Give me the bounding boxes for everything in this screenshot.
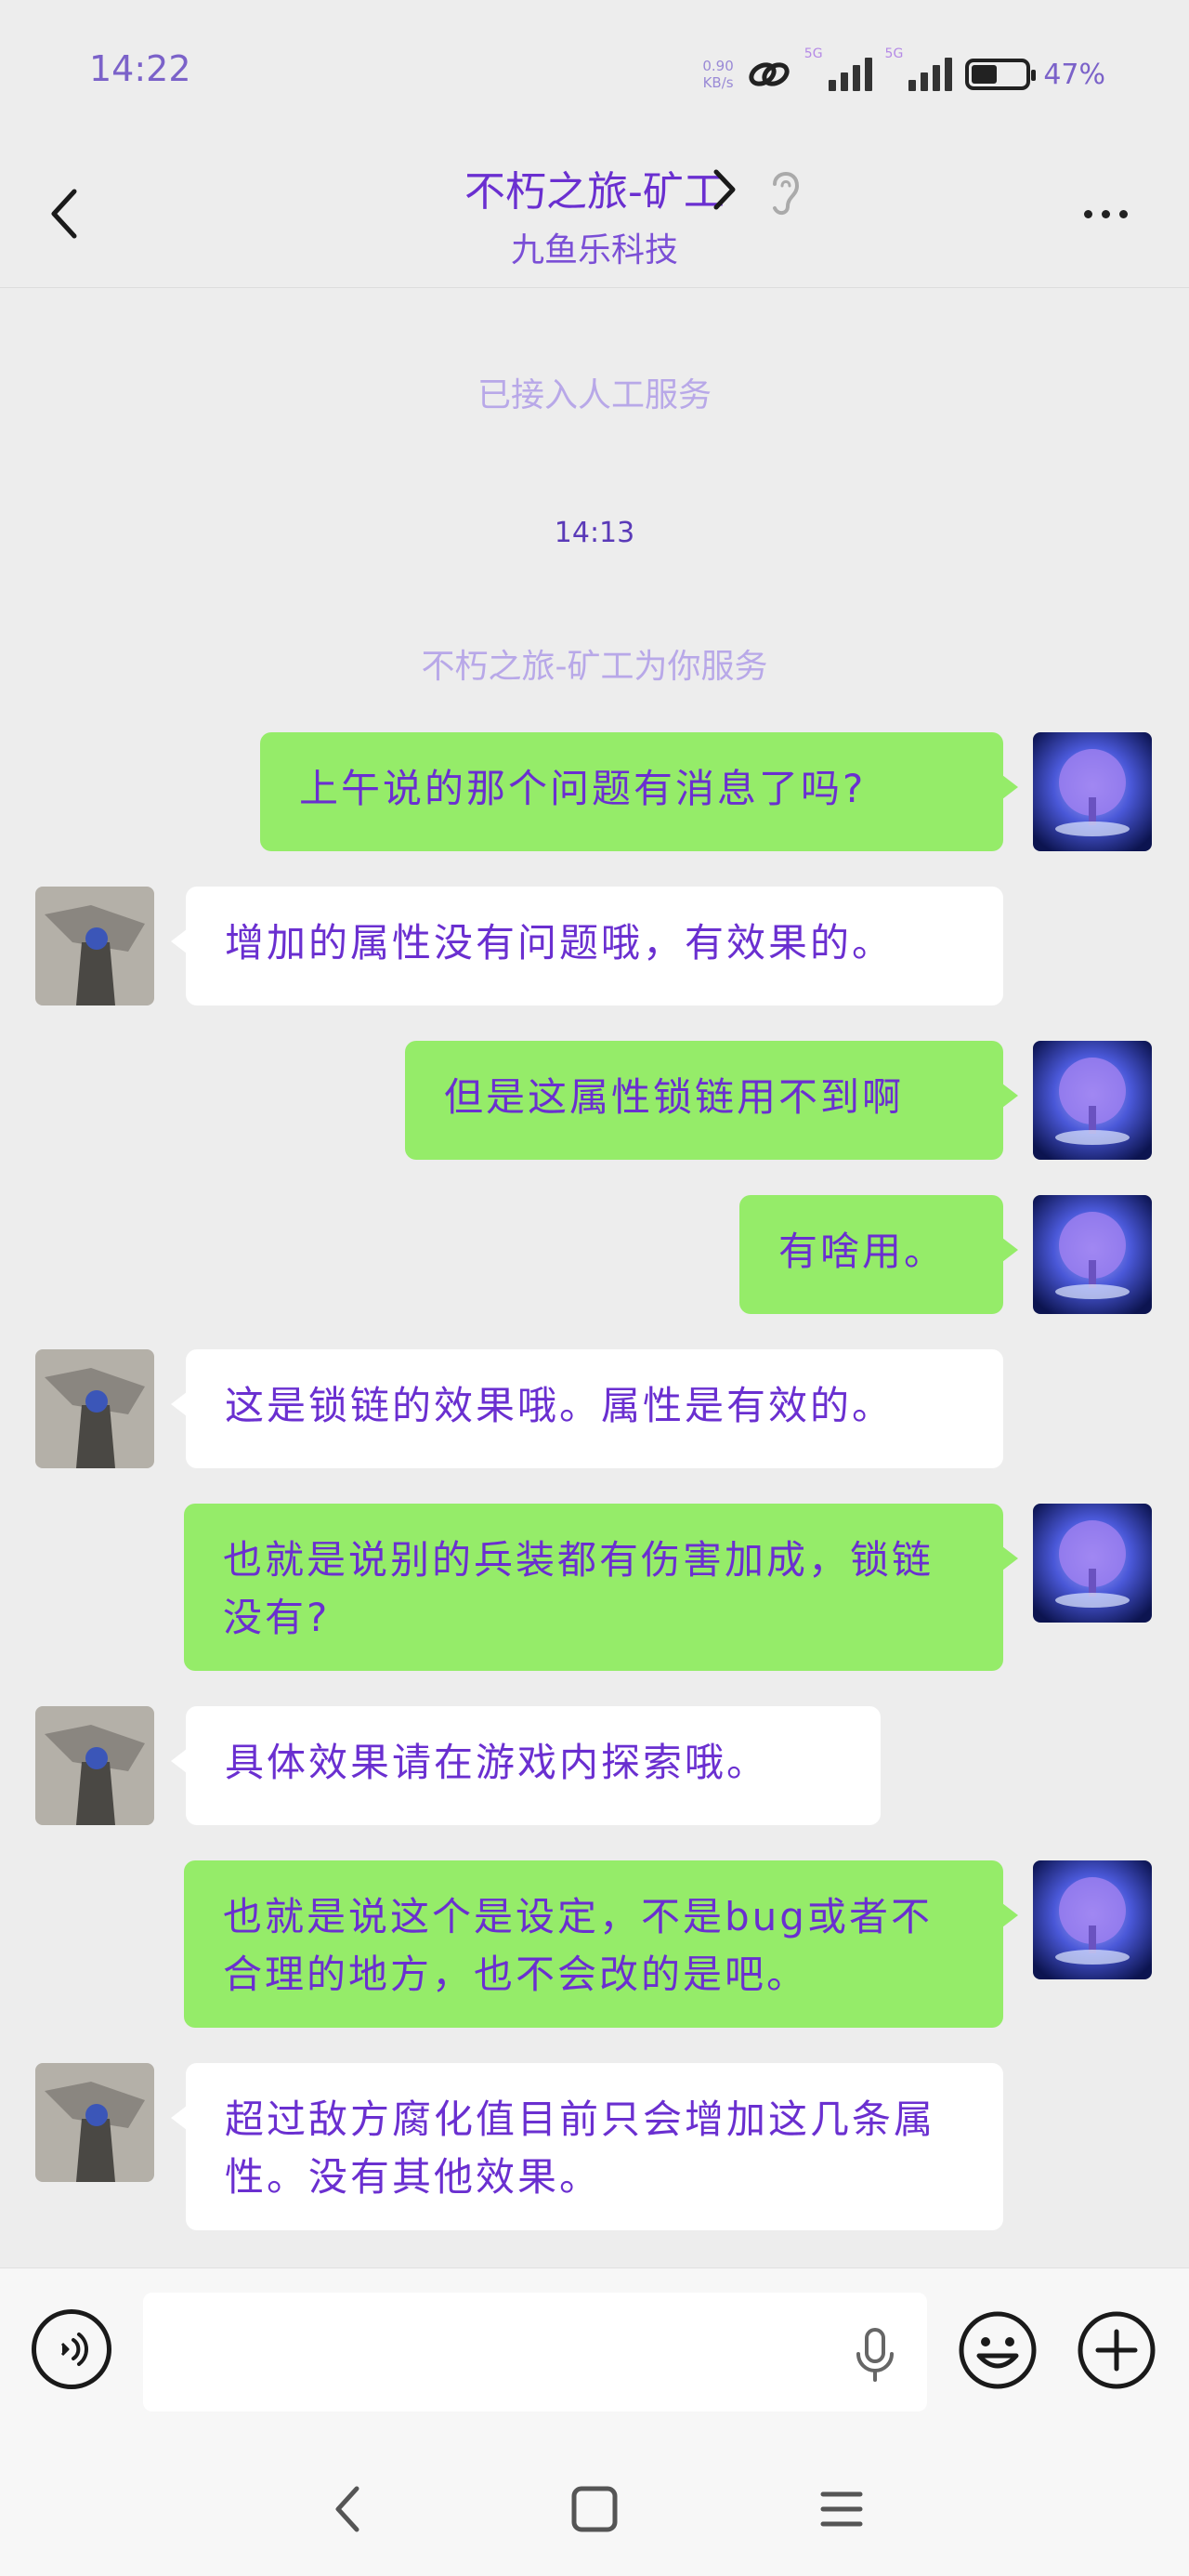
- galaxy-tree-avatar: [1033, 1041, 1152, 1160]
- more-dot-icon: [1101, 209, 1110, 218]
- armored-figure-avatar: [35, 2063, 154, 2182]
- system-navigation-bar: [0, 2425, 1189, 2576]
- galaxy-tree-avatar: [1033, 1504, 1152, 1623]
- battery-icon: [965, 59, 1037, 90]
- galaxy-tree-avatar: [1033, 1860, 1152, 1979]
- nav-back-icon: [335, 2486, 359, 2532]
- self-avatar[interactable]: [1033, 732, 1152, 851]
- chat-bubble-self[interactable]: 但是这属性锁链用不到啊: [405, 1041, 1018, 1160]
- title-detail-button[interactable]: [706, 162, 743, 217]
- chevron-right-icon: [713, 169, 736, 210]
- emoji-icon[interactable]: [957, 2309, 1039, 2391]
- armored-figure-avatar: [35, 1349, 154, 1468]
- status-time: 14:22: [89, 48, 191, 89]
- nav-menu-icon: [820, 2491, 863, 2527]
- agent-avatar[interactable]: [35, 2063, 154, 2182]
- microphone-icon[interactable]: [847, 2322, 903, 2387]
- nav-menu-button[interactable]: [804, 2472, 879, 2546]
- system-message-serving: 不朽之旅-矿工为你服务: [421, 648, 768, 686]
- chat-title[interactable]: 不朽之旅-矿工: [0, 158, 1189, 217]
- voice-input-button[interactable]: [32, 2309, 111, 2389]
- armored-figure-avatar: [35, 887, 154, 1005]
- chat-bubble-self[interactable]: 也就是说别的兵装都有伤害加成，锁链没有?: [184, 1504, 1018, 1671]
- galaxy-tree-avatar: [1033, 1195, 1152, 1314]
- more-dot-icon: [1083, 209, 1092, 218]
- chat-bubble-agent[interactable]: 增加的属性没有问题哦，有效果的。: [171, 887, 1003, 1005]
- self-avatar[interactable]: [1033, 1504, 1152, 1623]
- message-timestamp: 14:13: [554, 517, 635, 549]
- battery-percent: 47%: [1043, 58, 1105, 91]
- chat-subtitle: 九鱼乐科技: [510, 231, 678, 269]
- chat-bubble-self[interactable]: 有啥用。: [739, 1195, 1018, 1314]
- more-dot-icon: [1118, 209, 1128, 218]
- self-avatar[interactable]: [1033, 1195, 1152, 1314]
- network-speed-unit: KB/s: [702, 74, 734, 91]
- self-avatar[interactable]: [1033, 1041, 1152, 1160]
- status-bar: 14:22 0.90 KB/s 5G 5G 47%: [0, 0, 1189, 139]
- earpiece-mode-icon: [773, 172, 800, 215]
- signal-2-icon: [908, 58, 953, 91]
- chat-bubble-self[interactable]: 上午说的那个问题有消息了吗?: [260, 732, 1018, 851]
- chat-bubble-agent[interactable]: 这是锁链的效果哦。属性是有效的。: [171, 1349, 1003, 1468]
- armored-figure-avatar: [35, 1706, 154, 1825]
- network-type-1: 5G: [804, 46, 823, 61]
- more-options-button[interactable]: [1068, 195, 1143, 232]
- galaxy-tree-avatar: [1033, 732, 1152, 851]
- self-avatar[interactable]: [1033, 1860, 1152, 1979]
- network-type-2: 5G: [884, 46, 904, 61]
- chat-bubble-agent[interactable]: 具体效果请在游戏内探索哦。: [171, 1706, 881, 1825]
- chat-bubble-agent[interactable]: 超过敌方腐化值目前只会增加这几条属性。没有其他效果。: [171, 2063, 1003, 2230]
- add-attachment-icon[interactable]: [1076, 2309, 1157, 2391]
- nav-home-button[interactable]: [557, 2472, 632, 2546]
- nav-home-icon: [571, 2486, 618, 2532]
- voice-wave-icon: [60, 2333, 88, 2366]
- message-input[interactable]: [143, 2293, 927, 2412]
- hotspot-link-icon: [749, 62, 790, 86]
- agent-avatar[interactable]: [35, 1706, 154, 1825]
- agent-avatar[interactable]: [35, 887, 154, 1005]
- chat-bubble-self[interactable]: 也就是说这个是设定，不是bug或者不合理的地方，也不会改的是吧。: [184, 1860, 1018, 2028]
- agent-avatar[interactable]: [35, 1349, 154, 1468]
- chat-header: 不朽之旅-矿工 九鱼乐科技: [0, 139, 1189, 288]
- system-message-joined: 已接入人工服务: [477, 376, 712, 414]
- network-speed-value: 0.90: [702, 58, 734, 74]
- signal-1-icon: [828, 58, 872, 91]
- message-input-bar: [0, 2267, 1189, 2425]
- status-icons: 0.90 KB/s 5G 5G 47%: [702, 46, 1105, 102]
- network-speed: 0.90 KB/s: [702, 58, 733, 91]
- nav-back-button[interactable]: [310, 2472, 385, 2546]
